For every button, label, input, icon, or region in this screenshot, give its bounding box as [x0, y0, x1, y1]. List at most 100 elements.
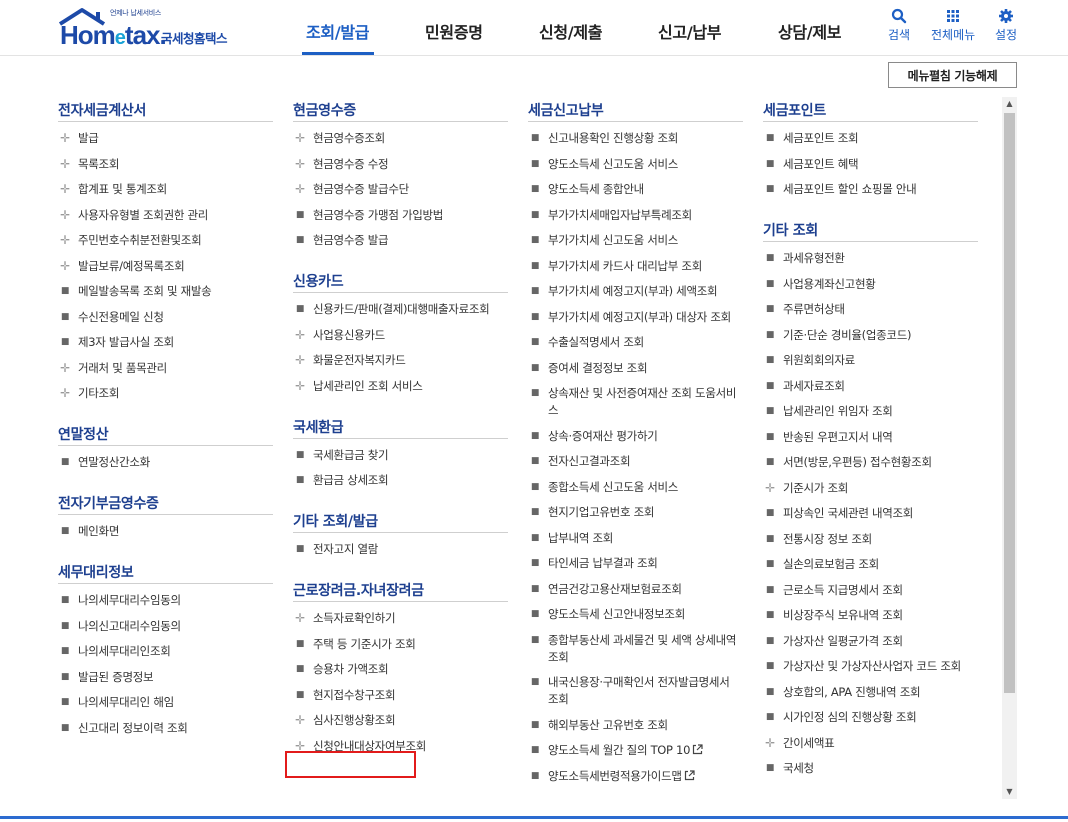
- menu-item[interactable]: ■ 세금포인트 혜택: [763, 156, 978, 173]
- menu-item[interactable]: ✛ 현금영수증조회: [293, 130, 508, 147]
- menu-item[interactable]: ■ 기준·단순 경비율(업종코드): [763, 327, 978, 344]
- nav-consult-report[interactable]: 상담/제보: [778, 19, 842, 43]
- menu-item[interactable]: ■ 나의세무대리인 해임: [58, 694, 273, 711]
- menu-item[interactable]: ✛ 현금영수증 수정: [293, 156, 508, 173]
- menu-section-title[interactable]: 연말정산: [58, 420, 273, 446]
- scroll-thumb[interactable]: [1004, 113, 1015, 693]
- menu-item[interactable]: ✛ 기타조회: [58, 385, 273, 402]
- menu-item[interactable]: ■ 납세관리인 위임자 조회: [763, 403, 978, 420]
- menu-item[interactable]: ■ 메일발송목록 조회 및 재발송: [58, 283, 273, 300]
- menu-item[interactable]: ✛ 주민번호수취분전환및조회: [58, 232, 273, 249]
- menu-item[interactable]: ■ 과세자료조회: [763, 378, 978, 395]
- nav-application-submit[interactable]: 신청/제출: [539, 19, 603, 43]
- menu-item[interactable]: ✛ 화물운전자복지카드: [293, 352, 508, 369]
- menu-item[interactable]: ■ 연금건강고용산재보험료조회: [528, 581, 743, 598]
- menu-item[interactable]: ■ 현금영수증 가맹점 가입방법: [293, 207, 508, 224]
- menu-item[interactable]: ■ 과세유형전환: [763, 250, 978, 267]
- menu-item[interactable]: ■ 실손의료보험금 조회: [763, 556, 978, 573]
- menu-item[interactable]: ■ 피상속인 국세관련 내역조회: [763, 505, 978, 522]
- menu-item[interactable]: ■ 해외부동산 고유번호 조회: [528, 717, 743, 734]
- menu-item[interactable]: ■ 발급된 증명정보: [58, 669, 273, 686]
- menu-item[interactable]: ■ 비상장주식 보유내역 조회: [763, 607, 978, 624]
- menu-section-title[interactable]: 기타 조회: [763, 216, 978, 242]
- menu-item[interactable]: ■ 수출실적명세서 조회: [528, 334, 743, 351]
- nav-civil-certificate[interactable]: 민원증명: [425, 19, 483, 43]
- menu-item[interactable]: ■ 부가가치세매입자납부특례조회: [528, 207, 743, 224]
- menu-item[interactable]: ■ 상속재산 및 사전증여재산 조회 도움서비스: [528, 385, 743, 419]
- menu-item[interactable]: ■ 위원회회의자료: [763, 352, 978, 369]
- menu-item[interactable]: ■ 사업용계좌신고현황: [763, 276, 978, 293]
- menu-item[interactable]: ■ 가상자산 일평균가격 조회: [763, 633, 978, 650]
- menu-item[interactable]: ■ 반송된 우편고지서 내역: [763, 429, 978, 446]
- menu-item[interactable]: ■ 나의세무대리수임동의: [58, 592, 273, 609]
- menu-item[interactable]: ■ 승용차 가액조회: [293, 661, 508, 678]
- menu-item[interactable]: ■ 현지기업고유번호 조회: [528, 504, 743, 521]
- menu-section-title[interactable]: 세금포인트: [763, 96, 978, 122]
- menu-item[interactable]: ■ 주류면허상태: [763, 301, 978, 318]
- menu-item[interactable]: ■ 나의세무대리인조회: [58, 643, 273, 660]
- menu-item[interactable]: ■ 가상자산 및 가상자산사업자 코드 조회: [763, 658, 978, 675]
- menu-section-title[interactable]: 세금신고납부: [528, 96, 743, 122]
- menu-item[interactable]: ■ 양도소득세번령적용가이드맵: [528, 768, 743, 785]
- menu-item[interactable]: ■ 세금포인트 할인 쇼핑몰 안내: [763, 181, 978, 198]
- menu-item[interactable]: ✛ 기준시가 조회: [763, 480, 978, 497]
- menu-expand-toggle-button[interactable]: 메뉴펼침 기능해제: [888, 62, 1017, 88]
- menu-item[interactable]: ■ 환급금 상세조회: [293, 472, 508, 489]
- menu-section-title[interactable]: 신용카드: [293, 267, 508, 293]
- menu-item[interactable]: ■ 양도소득세 신고도움 서비스: [528, 156, 743, 173]
- menu-item[interactable]: ■ 부가가치세 예정고지(부과) 세액조회: [528, 283, 743, 300]
- menu-item[interactable]: ■ 현지접수창구조회: [293, 687, 508, 704]
- menu-item[interactable]: ■ 종합부동산세 과세물건 및 세액 상세내역 조회: [528, 632, 743, 666]
- menu-item[interactable]: ■ 납부내역 조회: [528, 530, 743, 547]
- menu-section-title[interactable]: 세무대리정보: [58, 558, 273, 584]
- nav-inquiry-issue[interactable]: 조회/발급: [306, 19, 370, 43]
- menu-section-title[interactable]: 기타 조회/발급: [293, 507, 508, 533]
- scroll-up-arrow-icon[interactable]: ▲: [1002, 97, 1017, 111]
- menu-scrollbar[interactable]: ▲ ▼: [1002, 97, 1017, 799]
- menu-item[interactable]: ■ 양도소득세 종합안내: [528, 181, 743, 198]
- menu-item[interactable]: ■ 메인화면: [58, 523, 273, 540]
- menu-item[interactable]: ■ 전자고지 열람: [293, 541, 508, 558]
- menu-item[interactable]: ✛ 목록조회: [58, 156, 273, 173]
- search-button[interactable]: 검색: [888, 8, 910, 43]
- scroll-down-arrow-icon[interactable]: ▼: [1002, 785, 1017, 799]
- menu-item[interactable]: ■ 수신전용메일 신청: [58, 309, 273, 326]
- menu-item[interactable]: ■ 신용카드/판매(결제)대행매출자료조회: [293, 301, 508, 318]
- menu-item[interactable]: ✛ 거래처 및 품목관리: [58, 360, 273, 377]
- settings-button[interactable]: 설정: [995, 8, 1017, 43]
- menu-item[interactable]: ■ 부가가치세 카드사 대리납부 조회: [528, 258, 743, 275]
- nav-report-payment[interactable]: 신고/납부: [658, 19, 722, 43]
- menu-item[interactable]: ■ 신고대리 정보이력 조회: [58, 720, 273, 737]
- menu-section-title[interactable]: 국세환급: [293, 413, 508, 439]
- menu-item[interactable]: ■ 전통시장 정보 조회: [763, 531, 978, 548]
- menu-item[interactable]: ■ 연말정산간소화: [58, 454, 273, 471]
- menu-item[interactable]: ■ 부가가치세 신고도움 서비스: [528, 232, 743, 249]
- menu-item[interactable]: ■ 상호합의, APA 진행내역 조회: [763, 684, 978, 701]
- menu-item[interactable]: ✛ 간이세액표: [763, 735, 978, 752]
- menu-item[interactable]: ✛ 소득자료확인하기: [293, 610, 508, 627]
- menu-item[interactable]: ■ 국세환급금 찾기: [293, 447, 508, 464]
- menu-item[interactable]: ■ 양도소득세 신고안내정보조회: [528, 606, 743, 623]
- menu-item[interactable]: ■ 신고내용확인 진행상황 조회: [528, 130, 743, 147]
- menu-item[interactable]: ■ 국세청: [763, 760, 978, 777]
- menu-item[interactable]: ■ 나의신고대리수임동의: [58, 618, 273, 635]
- all-menu-button[interactable]: 전체메뉴: [931, 8, 975, 43]
- menu-section-title[interactable]: 전자세금계산서: [58, 96, 273, 122]
- menu-item[interactable]: ■ 주택 등 기준시가 조회: [293, 636, 508, 653]
- menu-item[interactable]: ■ 현금영수증 발급: [293, 232, 508, 249]
- menu-item[interactable]: ✛ 합계표 및 통계조회: [58, 181, 273, 198]
- menu-item[interactable]: ✛ 사업용신용카드: [293, 327, 508, 344]
- menu-item[interactable]: ■ 세금포인트 조회: [763, 130, 978, 147]
- menu-item[interactable]: ■ 증여세 결정정보 조회: [528, 360, 743, 377]
- menu-item[interactable]: ■ 전자신고결과조회: [528, 453, 743, 470]
- menu-item[interactable]: ✛ 발급보류/예정목록조회: [58, 258, 273, 275]
- menu-section-title[interactable]: 현금영수증: [293, 96, 508, 122]
- menu-item[interactable]: ■ 부가가치세 예정고지(부과) 대상자 조회: [528, 309, 743, 326]
- hometax-logo[interactable]: 언제나 납세서비스 Hometax. 국세청홈택스: [58, 6, 258, 50]
- menu-item[interactable]: ✛ 발급: [58, 130, 273, 147]
- menu-item[interactable]: ■ 내국신용장·구매확인서 전자발급명세서 조회: [528, 674, 743, 708]
- menu-item[interactable]: ✛ 신청안내대상자여부조회: [293, 738, 508, 755]
- menu-item[interactable]: ✛ 심사진행상황조회: [293, 712, 508, 729]
- menu-item[interactable]: ✛ 현금영수증 발급수단: [293, 181, 508, 198]
- menu-item[interactable]: ■ 상속·증여재산 평가하기: [528, 428, 743, 445]
